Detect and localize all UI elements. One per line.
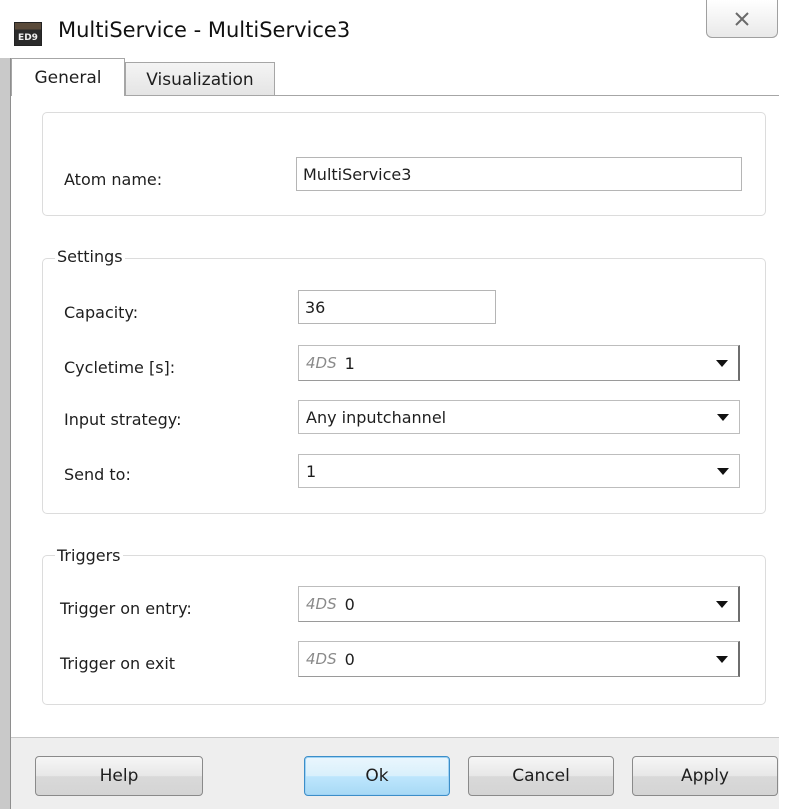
trigger-on-exit-combo[interactable]: 4DS 0: [298, 641, 740, 677]
chevron-down-icon: [716, 360, 728, 367]
cycletime-value: 1: [344, 353, 355, 373]
cancel-button[interactable]: Cancel: [468, 756, 614, 796]
window-frame-edge: [10, 58, 11, 809]
chevron-down-icon: [716, 601, 728, 608]
triggers-legend: Triggers: [55, 546, 123, 565]
cycletime-label: Cycletime [s]:: [64, 358, 176, 377]
tab-general[interactable]: General: [11, 58, 125, 96]
trigger-on-entry-label: Trigger on entry:: [60, 599, 192, 618]
trigger-entry-prefix: 4DS: [306, 595, 337, 613]
cycletime-combo[interactable]: 4DS 1: [298, 345, 740, 381]
input-strategy-label: Input strategy:: [64, 410, 182, 429]
trigger-on-entry-combo[interactable]: 4DS 0: [298, 586, 740, 622]
atom-name-label: Atom name:: [64, 170, 163, 189]
trigger-on-exit-label: Trigger on exit: [60, 654, 176, 673]
help-button[interactable]: Help: [35, 756, 203, 796]
close-icon: [735, 11, 749, 26]
trigger-exit-prefix: 4DS: [306, 650, 337, 668]
chevron-down-icon: [717, 468, 729, 475]
apply-button[interactable]: Apply: [632, 756, 778, 796]
trigger-entry-value: 0: [344, 594, 355, 614]
close-button[interactable]: [706, 0, 778, 38]
app-icon-text: ED9: [18, 33, 38, 43]
chevron-down-icon: [716, 656, 728, 663]
ok-button[interactable]: Ok: [304, 756, 450, 796]
capacity-input[interactable]: 36: [298, 290, 496, 324]
tab-visualization[interactable]: Visualization: [125, 62, 275, 96]
send-to-combo[interactable]: 1: [298, 454, 740, 488]
cycletime-prefix: 4DS: [306, 354, 337, 372]
atom-name-input[interactable]: MultiService3: [296, 157, 742, 191]
window-frame-left: [0, 58, 10, 809]
window-title: MultiService - MultiService3: [58, 18, 351, 42]
chevron-down-icon: [717, 414, 729, 421]
send-to-value: 1: [306, 461, 317, 481]
input-strategy-value: Any inputchannel: [306, 407, 447, 427]
triggers-group: [42, 555, 766, 705]
active-tab-joiner: [12, 95, 124, 97]
app-icon: ED9: [14, 22, 42, 46]
capacity-label: Capacity:: [64, 303, 139, 322]
tab-panel-border: [11, 95, 779, 96]
input-strategy-combo[interactable]: Any inputchannel: [298, 400, 740, 434]
trigger-exit-value: 0: [344, 649, 355, 669]
window-frame-right: [779, 58, 787, 809]
send-to-label: Send to:: [64, 465, 131, 484]
settings-legend: Settings: [55, 247, 125, 266]
